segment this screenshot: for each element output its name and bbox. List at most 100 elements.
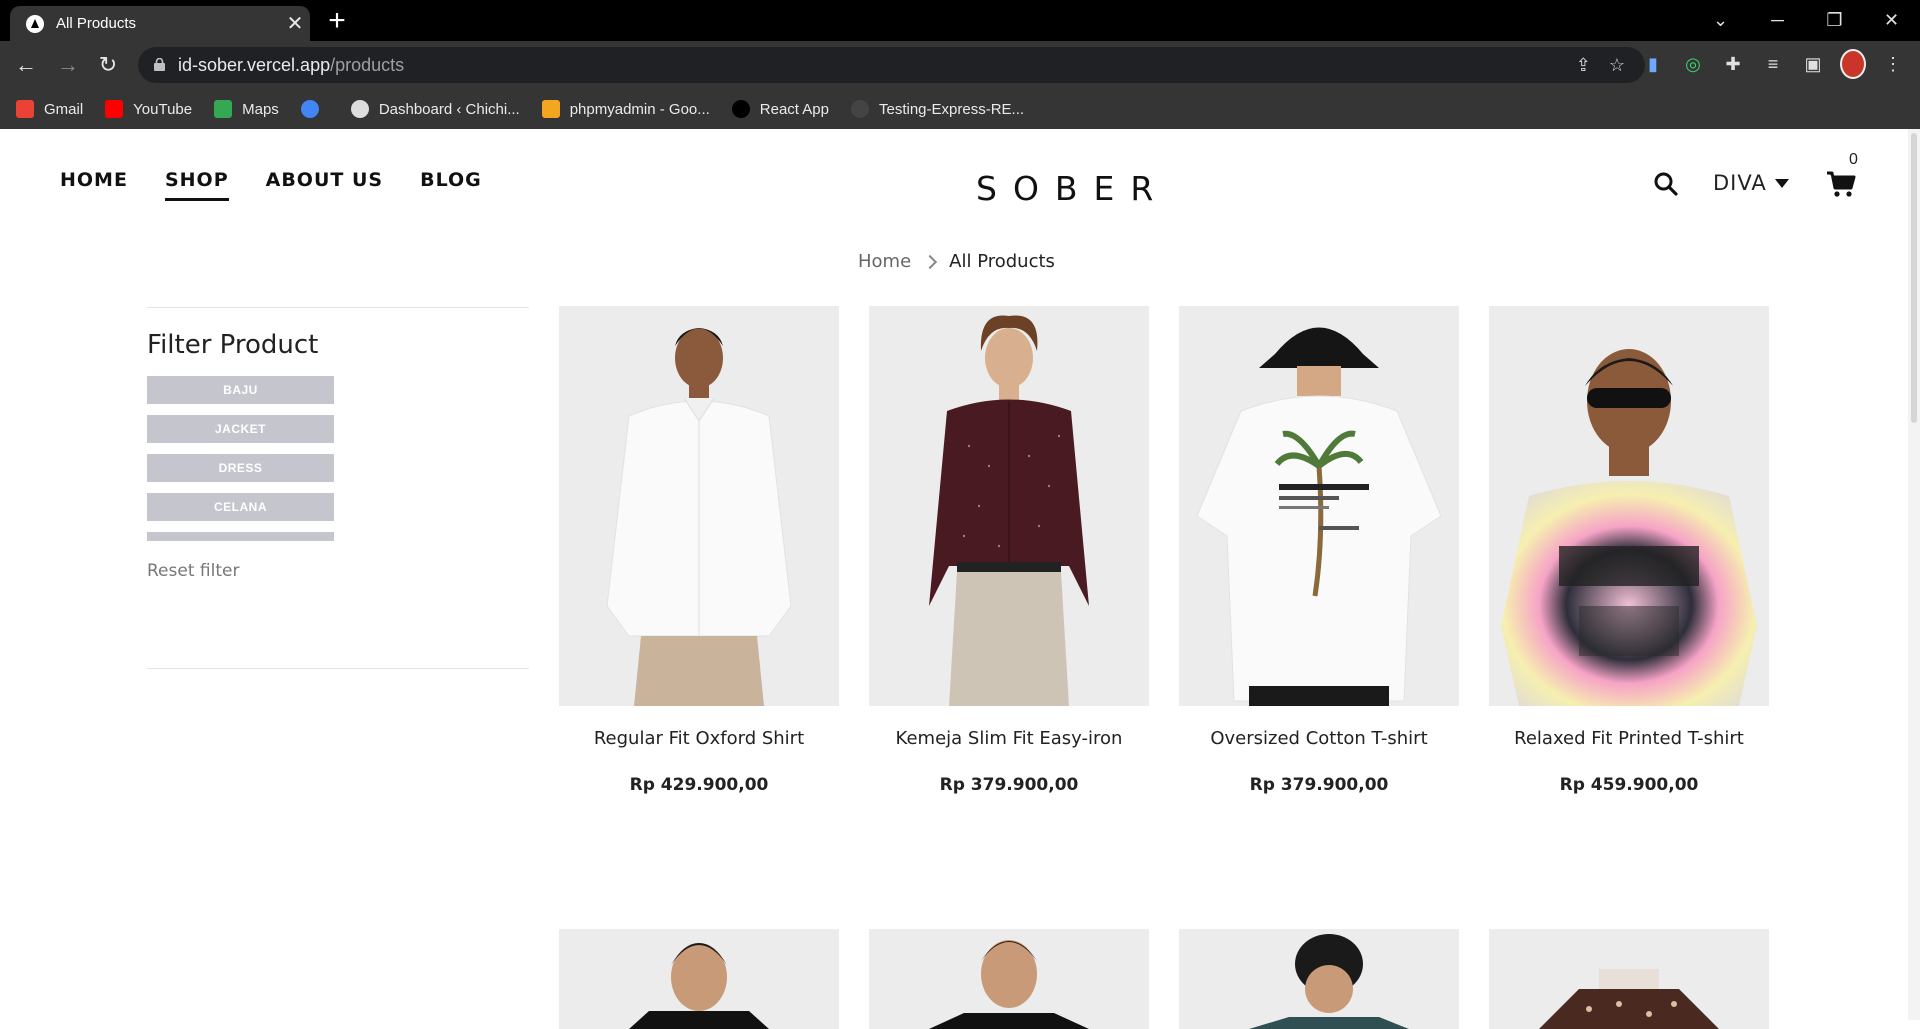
- bookmark-label: React App: [759, 100, 829, 118]
- side-panel-icon[interactable]: ▣: [1800, 49, 1826, 79]
- product-image[interactable]: [559, 929, 839, 1029]
- search-icon[interactable]: [1653, 171, 1679, 197]
- filter-celana-button[interactable]: CELANA: [147, 493, 334, 521]
- tab-title: All Products: [56, 15, 137, 32]
- tab-search-icon[interactable]: ⌄: [1692, 0, 1749, 41]
- minimize-button[interactable]: ─: [1749, 0, 1806, 41]
- close-window-button[interactable]: ✕: [1863, 0, 1920, 41]
- restore-button[interactable]: ❐: [1806, 0, 1863, 41]
- filter-baju-button[interactable]: BAJU: [147, 376, 334, 404]
- lock-icon: [154, 58, 165, 71]
- caret-down-icon: [1774, 178, 1789, 188]
- bookmark-star-icon[interactable]: ☆: [1609, 55, 1625, 76]
- product-image[interactable]: [1179, 929, 1459, 1029]
- media-playlist-icon[interactable]: ≡: [1760, 49, 1786, 79]
- bookmark-item[interactable]: YouTube: [105, 100, 192, 118]
- reload-icon[interactable]: ↻: [92, 49, 124, 81]
- cart-count-badge: 0: [1849, 151, 1858, 168]
- main-nav: HOME SHOP ABOUT US BLOG: [60, 169, 482, 201]
- product-image[interactable]: [869, 306, 1149, 706]
- page-scrollbar[interactable]: [1908, 129, 1920, 1020]
- reset-filter-link[interactable]: Reset filter: [147, 561, 529, 581]
- breadcrumb-current: All Products: [949, 251, 1055, 272]
- site-logo[interactable]: SOBER: [976, 169, 1169, 208]
- url-path: /products: [330, 54, 405, 75]
- product-image[interactable]: [1489, 306, 1769, 706]
- product-name[interactable]: Relaxed Fit Printed T-shirt: [1489, 728, 1769, 749]
- product-grid: Regular Fit Oxford Shirt Rp 429.900,00 K…: [559, 306, 1769, 795]
- extension-green-icon[interactable]: ◎: [1680, 49, 1706, 79]
- filter-more-button[interactable]: [147, 532, 334, 541]
- filter-jacket-button[interactable]: JACKET: [147, 415, 334, 443]
- browser-toolbar: ← → ↻ id-sober.vercel.app/products ⇪ ☆ ▮…: [0, 41, 1920, 89]
- nav-home[interactable]: HOME: [60, 169, 128, 201]
- bookmark-favicon-icon: [731, 100, 750, 118]
- bookmark-label: phpmyadmin - Goo...: [569, 100, 710, 118]
- forward-arrow-icon[interactable]: →: [52, 49, 84, 81]
- product-grid-row-2: [559, 929, 1769, 1029]
- chrome-menu-icon[interactable]: ⋮: [1880, 49, 1906, 79]
- extensions-puzzle-icon[interactable]: ✚: [1720, 49, 1746, 79]
- address-bar[interactable]: id-sober.vercel.app/products ⇪ ☆: [138, 47, 1645, 83]
- product-image[interactable]: [1179, 306, 1459, 706]
- filter-dress-button[interactable]: DRESS: [147, 454, 334, 482]
- bookmarks-bar: Gmail YouTube Maps Dashboard ‹ Chichi... php…: [0, 89, 1920, 129]
- bookmark-favicon-icon: [350, 100, 369, 118]
- bookmark-item[interactable]: Gmail: [16, 100, 83, 118]
- url-host: id-sober.vercel.app: [178, 54, 331, 75]
- chevron-right-icon: [923, 254, 938, 269]
- bookmark-favicon-icon: [541, 100, 560, 118]
- product-price: Rp 379.900,00: [1249, 775, 1389, 795]
- nav-blog[interactable]: BLOG: [420, 169, 482, 201]
- new-tab-button[interactable]: +: [320, 4, 354, 38]
- bookmark-label: YouTube: [133, 100, 193, 118]
- product-card[interactable]: Relaxed Fit Printed T-shirt Rp 459.900,0…: [1489, 306, 1769, 795]
- bookmark-item[interactable]: Testing-Express-RE...: [851, 100, 1024, 118]
- extension-docs-icon[interactable]: ▮: [1640, 49, 1666, 79]
- tab-close-icon[interactable]: ✕: [280, 11, 310, 36]
- breadcrumb: Home All Products: [858, 251, 1055, 272]
- profile-avatar[interactable]: [1840, 49, 1866, 79]
- bookmark-label: Maps: [242, 100, 279, 118]
- product-card[interactable]: Regular Fit Oxford Shirt Rp 429.900,00: [559, 306, 839, 795]
- product-price: Rp 429.900,00: [629, 775, 769, 795]
- cart-icon[interactable]: [1826, 169, 1856, 199]
- page-content: HOME SHOP ABOUT US BLOG SOBER DIVA 0 Hom…: [0, 129, 1920, 1029]
- bookmark-label: Testing-Express-RE...: [879, 100, 1025, 118]
- product-image[interactable]: [559, 306, 839, 706]
- product-name[interactable]: Regular Fit Oxford Shirt: [559, 728, 839, 749]
- bookmark-favicon-icon: [214, 100, 233, 118]
- scrollbar-thumb[interactable]: [1911, 133, 1917, 423]
- bookmark-label: Gmail: [44, 100, 84, 118]
- product-image[interactable]: [1489, 929, 1769, 1029]
- product-image[interactable]: [869, 929, 1149, 1029]
- share-icon[interactable]: ⇪: [1576, 55, 1591, 76]
- user-name: DIVA: [1713, 171, 1767, 195]
- product-name[interactable]: Kemeja Slim Fit Easy-iron: [869, 728, 1149, 749]
- filter-panel: Filter Product BAJU JACKET DRESS CELANA …: [147, 307, 529, 669]
- bookmark-item[interactable]: phpmyadmin - Goo...: [541, 100, 710, 118]
- nav-shop[interactable]: SHOP: [164, 169, 229, 201]
- bookmark-favicon-icon: [105, 100, 124, 118]
- bookmark-label: Dashboard ‹ Chichi...: [378, 100, 520, 118]
- back-arrow-icon[interactable]: ←: [10, 49, 42, 81]
- product-card[interactable]: Oversized Cotton T-shirt Rp 379.900,00: [1179, 306, 1459, 795]
- bookmark-item[interactable]: Dashboard ‹ Chichi...: [350, 100, 520, 118]
- vercel-favicon-icon: [26, 14, 44, 33]
- user-menu[interactable]: DIVA: [1713, 171, 1789, 195]
- product-price: Rp 459.900,00: [1559, 775, 1699, 795]
- product-card[interactable]: Kemeja Slim Fit Easy-iron Rp 379.900,00: [869, 306, 1149, 795]
- bookmark-favicon-icon: [851, 100, 869, 118]
- bookmark-item[interactable]: [300, 100, 329, 118]
- bookmark-item[interactable]: React App: [731, 100, 829, 118]
- browser-tab[interactable]: All Products ✕: [10, 6, 310, 41]
- browser-tab-strip: All Products ✕ + ⌄ ─ ❐ ✕: [0, 0, 1920, 41]
- bookmark-favicon-icon: [300, 100, 319, 118]
- bookmark-favicon-icon: [16, 100, 34, 118]
- bookmark-item[interactable]: Maps: [214, 100, 279, 118]
- product-name[interactable]: Oversized Cotton T-shirt: [1179, 728, 1459, 749]
- nav-about-us[interactable]: ABOUT US: [266, 169, 383, 201]
- filter-title: Filter Product: [147, 330, 319, 360]
- product-price: Rp 379.900,00: [939, 775, 1079, 795]
- breadcrumb-home[interactable]: Home: [858, 251, 911, 272]
